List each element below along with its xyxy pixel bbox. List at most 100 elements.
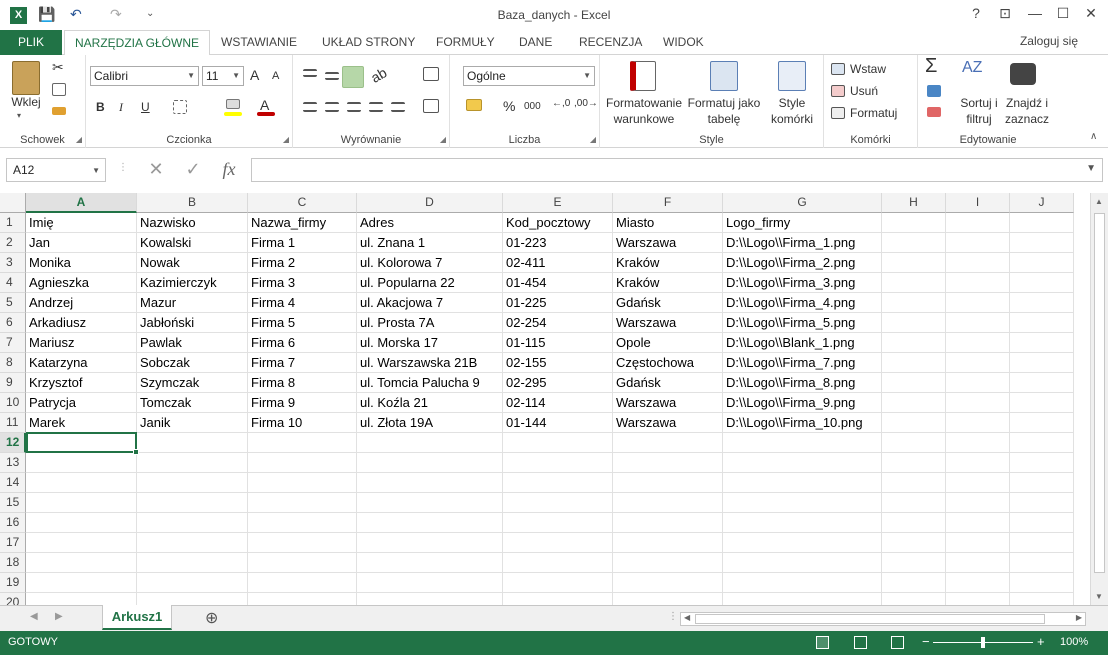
table-cell[interactable]: Adres [357,213,503,233]
table-cell[interactable]: D:\\Logo\\Firma_4.png [723,293,882,313]
page-layout-view-icon[interactable] [854,636,867,649]
collapse-ribbon-icon[interactable]: ∧ [1090,131,1097,142]
row-header[interactable]: 7 [0,333,26,353]
table-cell[interactable] [946,553,1010,573]
table-cell[interactable]: Firma 3 [248,273,357,293]
tab-home[interactable]: NARZĘDZIA GŁÓWNE [64,30,211,56]
table-cell[interactable] [882,333,946,353]
sheet-tab-arkusz1[interactable]: Arkusz1 [102,605,172,630]
table-cell[interactable] [882,213,946,233]
table-cell[interactable] [137,453,248,473]
decrease-indent-icon[interactable] [369,102,383,112]
table-cell[interactable] [882,313,946,333]
table-cell[interactable]: Marek [26,413,137,433]
zoom-slider-thumb[interactable] [981,637,985,648]
table-cell[interactable] [503,433,613,453]
tab-page-layout[interactable]: UKŁAD STRONY [312,30,425,55]
table-cell[interactable] [26,593,137,605]
tab-insert[interactable]: WSTAWIANIE [211,30,307,55]
table-cell[interactable] [1010,253,1074,273]
table-cell[interactable] [882,373,946,393]
table-cell[interactable] [248,453,357,473]
row-header[interactable]: 20 [0,593,26,605]
table-cell[interactable] [248,493,357,513]
table-cell[interactable]: D:\\Logo\\Blank_1.png [723,333,882,353]
table-cell[interactable]: Firma 9 [248,393,357,413]
table-cell[interactable]: D:\\Logo\\Firma_9.png [723,393,882,413]
table-cell[interactable]: 02-155 [503,353,613,373]
vertical-scrollbar[interactable]: ▲ ▼ [1090,193,1108,605]
table-cell[interactable] [613,533,723,553]
table-cell[interactable]: Tomczak [137,393,248,413]
table-cell[interactable] [503,513,613,533]
table-cell[interactable]: Arkadiusz [26,313,137,333]
table-cell[interactable] [723,473,882,493]
table-cell[interactable] [882,453,946,473]
table-cell[interactable] [1010,393,1074,413]
percent-style-button[interactable]: % [503,98,515,114]
enter-formula-button[interactable]: ✓ [180,158,206,182]
table-cell[interactable] [946,533,1010,553]
table-cell[interactable] [882,433,946,453]
row-header[interactable]: 8 [0,353,26,373]
tab-formulas[interactable]: FORMUŁY [426,30,505,55]
table-cell[interactable]: Sobczak [137,353,248,373]
horizontal-scrollbar[interactable]: ◀ ▶ [680,612,1086,626]
fill-handle[interactable] [133,449,139,455]
column-header[interactable]: D [357,193,503,213]
delete-cells-icon[interactable] [831,85,845,97]
table-cell[interactable]: ul. Znana 1 [357,233,503,253]
row-header[interactable]: 14 [0,473,26,493]
table-cell[interactable]: D:\\Logo\\Firma_3.png [723,273,882,293]
table-cell[interactable] [613,473,723,493]
cell-styles-button[interactable]: Style komórki [764,95,820,127]
table-cell[interactable] [26,473,137,493]
format-as-table-icon[interactable] [710,61,738,91]
table-cell[interactable] [1010,233,1074,253]
row-header[interactable]: 2 [0,233,26,253]
table-cell[interactable] [723,513,882,533]
row-header[interactable]: 1 [0,213,26,233]
table-cell[interactable]: 01-454 [503,273,613,293]
format-cells-icon[interactable] [831,107,845,119]
table-cell[interactable]: Monika [26,253,137,273]
table-cell[interactable] [26,493,137,513]
column-header[interactable]: F [613,193,723,213]
align-center-icon[interactable] [325,102,339,112]
table-cell[interactable] [882,253,946,273]
table-cell[interactable] [882,393,946,413]
table-cell[interactable] [882,413,946,433]
table-cell[interactable] [248,433,357,453]
sort-filter-button[interactable]: Sortuj i filtruj [956,95,1002,127]
table-cell[interactable]: Kraków [613,273,723,293]
table-cell[interactable] [1010,333,1074,353]
conditional-formatting-icon[interactable] [630,61,656,91]
merge-center-icon[interactable] [423,99,439,113]
table-cell[interactable] [503,533,613,553]
font-color-icon[interactable]: A [260,97,269,113]
table-cell[interactable]: D:\\Logo\\Firma_1.png [723,233,882,253]
prev-sheet-icon[interactable]: ◀ [30,611,38,622]
table-cell[interactable]: Warszawa [613,313,723,333]
orientation-icon[interactable]: ab [368,64,389,86]
table-cell[interactable]: D:\\Logo\\Firma_10.png [723,413,882,433]
grow-font-button[interactable]: A [250,67,259,83]
table-cell[interactable]: ul. Warszawska 21B [357,353,503,373]
select-all-corner[interactable] [0,193,26,213]
table-cell[interactable] [882,273,946,293]
table-cell[interactable] [1010,433,1074,453]
table-cell[interactable] [723,533,882,553]
column-header[interactable]: E [503,193,613,213]
table-cell[interactable] [503,473,613,493]
table-cell[interactable] [26,513,137,533]
column-header[interactable]: A [26,193,137,213]
table-cell[interactable] [26,553,137,573]
table-cell[interactable] [248,553,357,573]
table-cell[interactable]: Andrzej [26,293,137,313]
table-cell[interactable] [248,573,357,593]
row-header[interactable]: 19 [0,573,26,593]
insert-function-button[interactable]: fx [216,158,242,182]
find-select-button[interactable]: Znajdź i zaznacz [1002,95,1052,127]
table-cell[interactable]: Imię [26,213,137,233]
align-right-icon[interactable] [347,102,361,112]
